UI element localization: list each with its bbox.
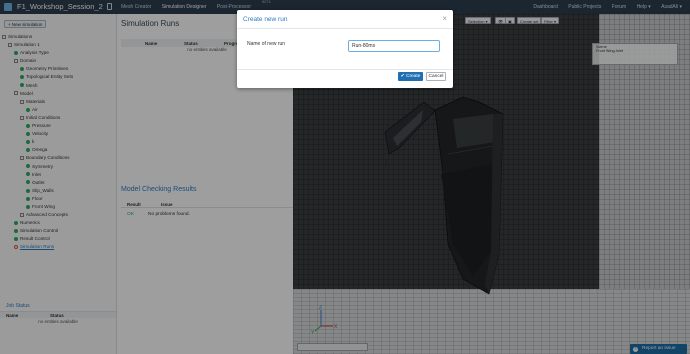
run-name-input[interactable]: [348, 40, 440, 52]
create-run-dialog: Create new run × Name of new run ✔ Creat…: [237, 10, 453, 88]
dialog-divider: [237, 28, 453, 29]
close-icon[interactable]: ×: [442, 14, 447, 23]
dialog-divider: [237, 69, 453, 70]
cancel-button[interactable]: Cancel: [426, 72, 446, 81]
run-name-label: Name of new run: [247, 41, 286, 47]
create-button[interactable]: ✔ Create: [398, 72, 423, 81]
dialog-title: Create new run: [243, 16, 288, 23]
